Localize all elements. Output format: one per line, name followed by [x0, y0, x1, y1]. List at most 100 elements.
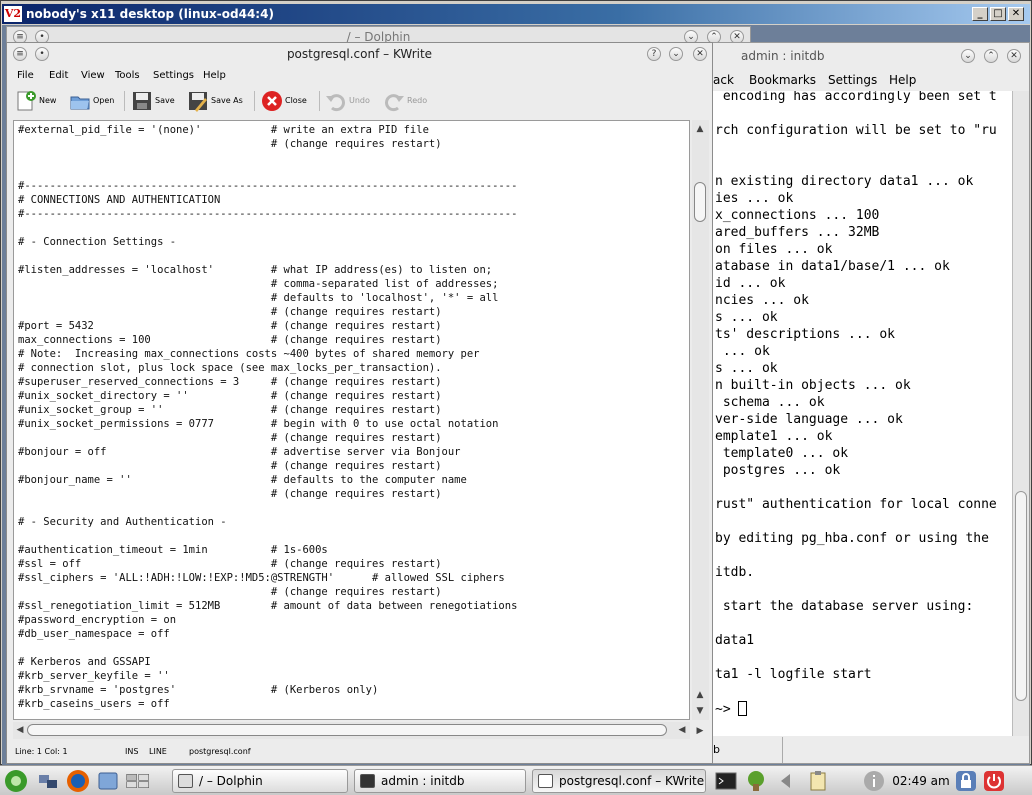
- close-document-button[interactable]: Close: [261, 87, 307, 115]
- taskbar-task-kwrite[interactable]: postgresql.conf – KWrite: [532, 769, 706, 793]
- minimize-button[interactable]: _: [972, 7, 988, 21]
- start-menu-icon[interactable]: [4, 769, 28, 793]
- lock-screen-icon[interactable]: [954, 769, 978, 793]
- maximize-button[interactable]: □: [990, 7, 1006, 21]
- terminal-line: schema ... ok: [715, 395, 825, 410]
- minimize-icon[interactable]: ⌄: [961, 49, 975, 63]
- scroll-left-icon[interactable]: ◀: [675, 723, 689, 737]
- scroll-down-icon[interactable]: ▼: [693, 704, 707, 718]
- taskbar-task-terminal[interactable]: admin : initdb: [354, 769, 526, 793]
- terminal-line: emplate1 ... ok: [715, 429, 833, 444]
- code-line: # (change requires restart): [18, 306, 442, 318]
- new-button[interactable]: New: [15, 87, 56, 115]
- kwrite-toolbar: New Open Save Save As Close Undo Redo: [7, 85, 712, 117]
- save-as-button[interactable]: Save As: [187, 87, 243, 115]
- close-button[interactable]: ✕: [1008, 7, 1024, 21]
- scrollbar-thumb[interactable]: [1015, 491, 1027, 701]
- menu-bookmarks-partial[interactable]: ack: [713, 69, 734, 91]
- scroll-up-icon[interactable]: ▲: [693, 688, 707, 702]
- menu-help[interactable]: Help: [203, 67, 226, 85]
- redo-button[interactable]: Redo: [383, 87, 427, 115]
- menu-edit[interactable]: Edit: [49, 67, 68, 85]
- menu-help[interactable]: Help: [889, 69, 916, 91]
- help-icon[interactable]: ?: [647, 47, 661, 61]
- terminal-line: s ... ok: [715, 361, 778, 376]
- save-as-icon: [189, 91, 207, 112]
- code-line: #bonjour = off # advertise server via Bo…: [18, 446, 461, 458]
- code-line: #port = 5432 # (change requires restart): [18, 320, 442, 332]
- terminal-line: ared_buffers ... 32MB: [715, 225, 880, 240]
- terminal-line: ... ok: [715, 344, 770, 359]
- open-button[interactable]: Open: [69, 87, 114, 115]
- save-button[interactable]: Save: [131, 87, 175, 115]
- terminal-launcher-icon[interactable]: [714, 769, 738, 793]
- code-line: # Kerberos and GSSAPI: [18, 656, 151, 668]
- scrollbar-thumb[interactable]: [27, 724, 667, 736]
- code-line: #bonjour_name = '' # defaults to the com…: [18, 474, 467, 486]
- terminal-scrollbar[interactable]: [1012, 91, 1029, 736]
- maximize-icon[interactable]: ⌃: [984, 49, 998, 63]
- scroll-left-icon[interactable]: ◀: [13, 723, 27, 737]
- terminal-line: encoding has accordingly been set t: [715, 91, 997, 104]
- selection-mode[interactable]: LINE: [149, 742, 167, 762]
- terminal-line: ts' descriptions ... ok: [715, 327, 896, 342]
- minimize-icon[interactable]: ⌄: [669, 47, 683, 61]
- panel-collapse-icon[interactable]: [774, 769, 798, 793]
- clipboard-icon[interactable]: [806, 769, 830, 793]
- logout-icon[interactable]: [982, 769, 1006, 793]
- code-line: #external_pid_file = '(none)' # write an…: [18, 124, 429, 136]
- code-line: #krb_srvname = 'postgres' # (Kerberos on…: [18, 684, 379, 696]
- code-line: #krb_server_keyfile = '': [18, 670, 170, 682]
- kwrite-menubar: File Edit View Tools Settings Help: [7, 67, 712, 85]
- cursor-position: Line: 1 Col: 1: [15, 747, 68, 756]
- terminal-window[interactable]: admin : initdb ⌄ ⌃ ✕ ack Bookmarks Setti…: [702, 42, 1030, 764]
- menu-settings[interactable]: Settings: [153, 67, 194, 85]
- x11-titlebar[interactable]: V2 nobody's x11 desktop (linux-od44:4) _…: [2, 4, 1030, 24]
- menu-settings[interactable]: Settings: [828, 69, 877, 91]
- terminal-prompt[interactable]: ~>: [715, 701, 748, 717]
- terminal-line: itdb.: [715, 565, 755, 580]
- code-line: # (change requires restart): [18, 460, 442, 472]
- code-line: max_connections = 100 # (change requires…: [18, 334, 442, 346]
- notifications-icon[interactable]: [862, 769, 886, 793]
- terminal-line: ncies ... ok: [715, 293, 809, 308]
- menu-file[interactable]: File: [17, 67, 34, 85]
- code-line: # (change requires restart): [18, 488, 442, 500]
- insert-mode[interactable]: INS: [125, 742, 138, 762]
- menu-view[interactable]: View: [81, 67, 105, 85]
- scroll-up-icon[interactable]: ▲: [693, 122, 707, 136]
- terminal-menubar: ack Bookmarks Settings Help: [703, 69, 1029, 91]
- kwrite-title: postgresql.conf – KWrite: [286, 47, 433, 61]
- editor-horizontal-scrollbar[interactable]: ◀ ◀: [13, 722, 690, 739]
- scroll-right-icon[interactable]: ▶: [693, 724, 707, 738]
- network-icon[interactable]: [36, 769, 60, 793]
- close-icon[interactable]: ✕: [1007, 49, 1021, 63]
- terminal-line: by editing pg_hba.conf or using the: [715, 531, 989, 546]
- kwrite-window[interactable]: postgresql.conf – KWrite ≡ • ? ⌄ ✕ File …: [6, 42, 713, 764]
- undo-button[interactable]: Undo: [325, 87, 370, 115]
- editor-vertical-scrollbar[interactable]: ▲ ▲ ▼: [692, 120, 709, 720]
- code-line: # - Connection Settings -: [18, 236, 177, 248]
- toolbar-separator: [319, 91, 320, 111]
- taskbar-task-dolphin[interactable]: / – Dolphin: [172, 769, 348, 793]
- menu-bookmarks[interactable]: Bookmarks: [749, 69, 816, 91]
- desktop: / – Dolphin ≡ • ⌄ ⌃ ✕ admin : initdb ⌄ ⌃…: [2, 25, 1030, 766]
- close-icon[interactable]: ✕: [693, 47, 707, 61]
- menu-tools[interactable]: Tools: [115, 67, 140, 85]
- desktop-pager-icon[interactable]: [126, 769, 150, 793]
- file-manager-icon[interactable]: [96, 769, 120, 793]
- text-editor[interactable]: #external_pid_file = '(none)' # write an…: [13, 120, 690, 720]
- scrollbar-thumb[interactable]: [694, 182, 706, 222]
- clock[interactable]: 02:49 am: [888, 769, 954, 793]
- code-line: #unix_socket_permissions = 0777 # begin …: [18, 418, 499, 430]
- pin-icon[interactable]: •: [35, 47, 49, 61]
- window-menu-icon[interactable]: ≡: [13, 47, 27, 61]
- package-manager-icon[interactable]: [744, 769, 768, 793]
- code-line: #superuser_reserved_connections = 3 # (c…: [18, 376, 442, 388]
- code-line: # (change requires restart): [18, 586, 442, 598]
- firefox-icon[interactable]: [66, 769, 90, 793]
- terminal-screen[interactable]: encoding has accordingly been set t rch c…: [703, 91, 1013, 736]
- status-bar: Line: 1 Col: 1 INS LINE postgresql.conf: [7, 742, 712, 762]
- redo-icon: [385, 93, 404, 111]
- terminal-tab[interactable]: b: [703, 737, 783, 763]
